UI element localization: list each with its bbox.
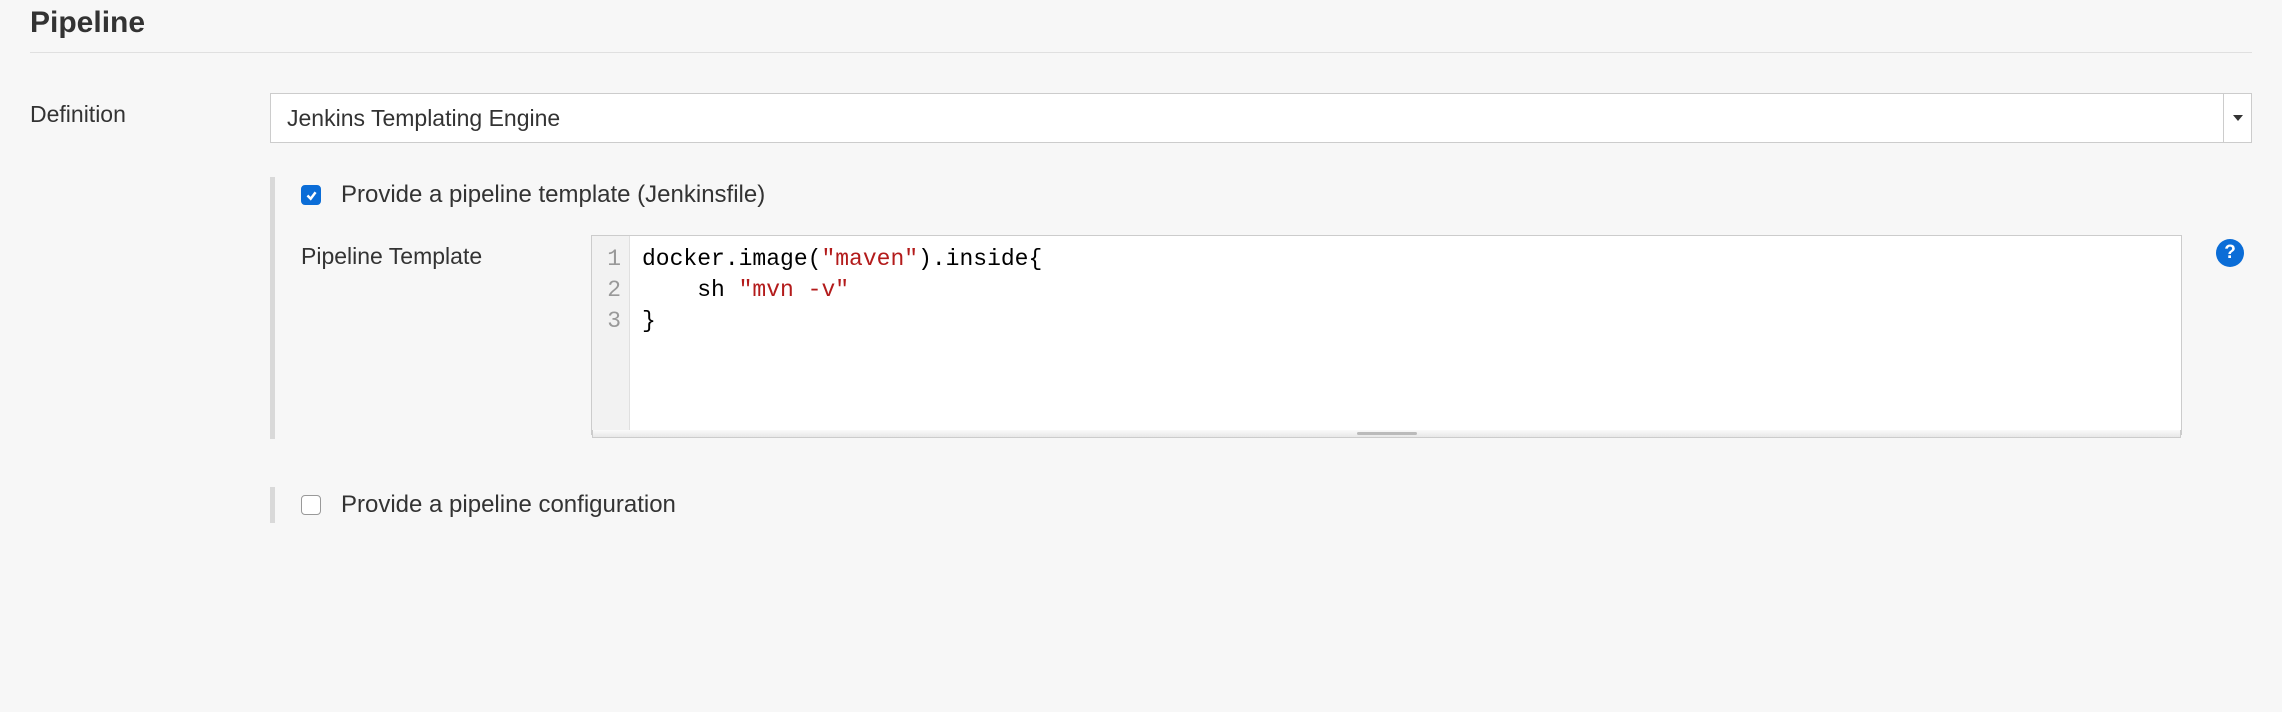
- definition-select[interactable]: Jenkins Templating Engine: [270, 93, 2252, 143]
- code-content[interactable]: docker.image("maven").inside{ sh "mvn -v…: [630, 236, 1054, 434]
- section-title: Pipeline: [30, 0, 2252, 53]
- provide-template-label: Provide a pipeline template (Jenkinsfile…: [341, 181, 765, 209]
- provide-config-label: Provide a pipeline configuration: [341, 491, 676, 519]
- resize-handle[interactable]: [592, 430, 2181, 438]
- provide-config-checkbox[interactable]: [301, 495, 321, 515]
- help-icon[interactable]: ?: [2216, 239, 2244, 267]
- provide-template-checkbox[interactable]: [301, 185, 321, 205]
- grip-icon: [1357, 432, 1417, 435]
- pipeline-template-editor[interactable]: 123 docker.image("maven").inside{ sh "mv…: [591, 235, 2182, 435]
- pipeline-template-label: Pipeline Template: [301, 235, 591, 270]
- caret-down-icon: [2223, 94, 2251, 142]
- definition-select-value: Jenkins Templating Engine: [287, 105, 560, 132]
- code-gutter: 123: [592, 236, 630, 434]
- definition-label: Definition: [30, 93, 270, 128]
